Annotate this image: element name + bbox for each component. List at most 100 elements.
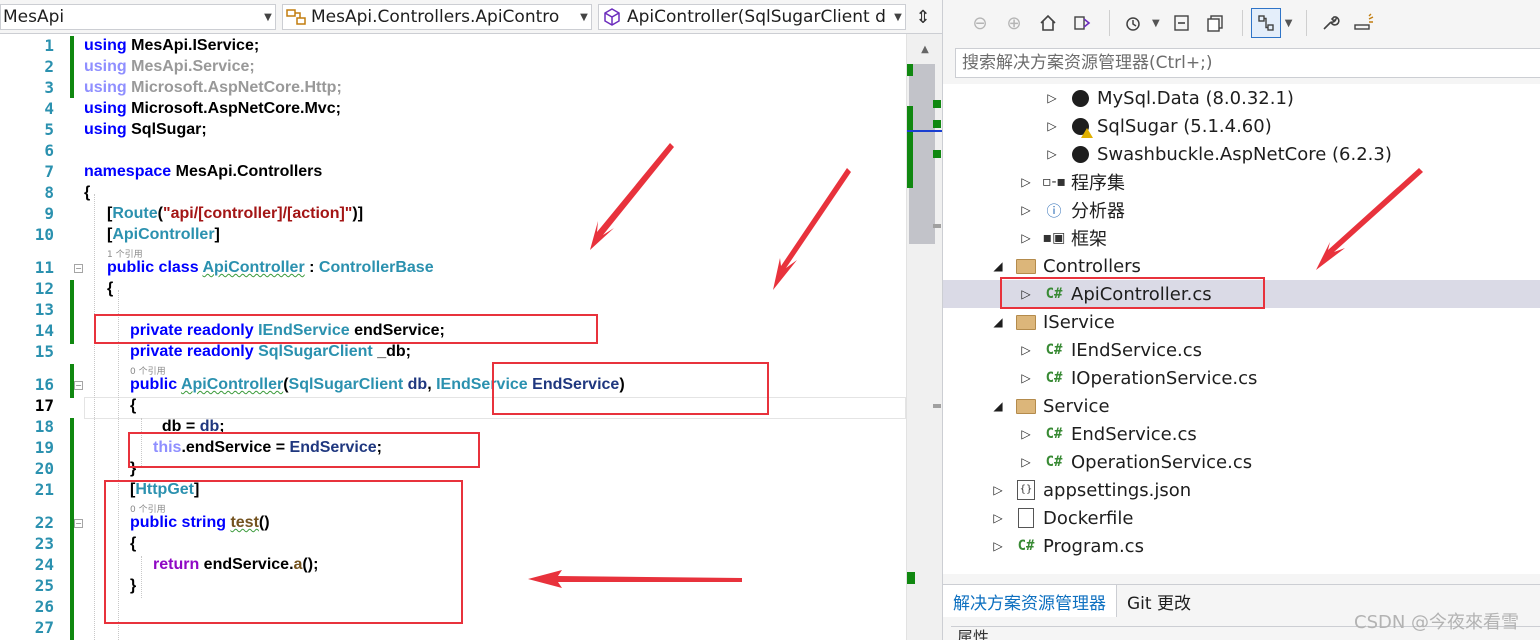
tree-node-package[interactable]: ▷ SqlSugar (5.1.4.60)	[943, 112, 1540, 140]
home-icon[interactable]	[1033, 8, 1063, 38]
tree-node-assemblies[interactable]: ▷ ▫‑▪ 程序集	[943, 168, 1540, 196]
tree-node-folder[interactable]: ◢ IService	[943, 308, 1540, 336]
expand-arrow-icon[interactable]: ▷	[1017, 343, 1035, 357]
tree-node-label: Program.cs	[1043, 535, 1144, 557]
tree-node-file[interactable]: ▷ Dockerfile	[943, 504, 1540, 532]
switch-views-icon[interactable]	[1067, 8, 1097, 38]
code-line: [ApiController]	[107, 226, 220, 243]
package-warning-icon	[1069, 115, 1093, 138]
line-number: 2	[44, 57, 54, 76]
line-number: 14	[34, 321, 54, 340]
expand-arrow-icon[interactable]: ▷	[989, 511, 1007, 525]
tree-node-package[interactable]: ▷ Swashbuckle.AspNetCore (6.2.3)	[943, 140, 1540, 168]
chevron-down-icon[interactable]: ▼	[1152, 18, 1160, 29]
tree-node-label: MySql.Data (8.0.32.1)	[1097, 87, 1294, 109]
tree-node-file[interactable]: ▷ C# EndService.cs	[943, 420, 1540, 448]
solution-search-box[interactable]	[955, 48, 1540, 78]
split-window-icon[interactable]: ⇕	[910, 4, 936, 30]
scroll-up-icon[interactable]: ▲	[907, 34, 943, 64]
fold-toggle-icon[interactable]: −	[74, 264, 83, 273]
line-number: 19	[34, 438, 54, 457]
line-number: 1	[44, 36, 54, 55]
change-marker	[70, 418, 74, 640]
tree-node-folder[interactable]: ◢ Service	[943, 392, 1540, 420]
tab-solution-explorer[interactable]: 解决方案资源管理器	[943, 585, 1117, 617]
class-dropdown[interactable]: MesApi.Controllers.ApiContro ▼	[282, 4, 592, 30]
tree-node-label: Swashbuckle.AspNetCore (6.2.3)	[1097, 143, 1392, 165]
tree-node-file[interactable]: ▷ C# IOperationService.cs	[943, 364, 1540, 392]
line-number: 4	[44, 99, 54, 118]
change-marker	[70, 280, 74, 344]
change-marker	[907, 106, 913, 188]
code-line: [Route("api/[controller]/[action]")]	[107, 205, 364, 222]
back-icon[interactable]: ⊖	[965, 8, 995, 38]
expand-arrow-icon[interactable]: ▷	[1043, 147, 1061, 161]
line-number: 12	[34, 279, 54, 298]
tree-node-folder[interactable]: ◢ Controllers	[943, 252, 1540, 280]
csharp-file-icon: C#	[1045, 370, 1063, 386]
csharp-file-icon: C#	[1045, 454, 1063, 470]
forward-icon[interactable]: ⊕	[999, 8, 1029, 38]
indent-guide	[94, 194, 95, 640]
tree-node-file[interactable]: ▷ C# OperationService.cs	[943, 448, 1540, 476]
code-line: using Microsoft.AspNetCore.Http;	[84, 79, 342, 96]
fold-toggle-icon[interactable]: −	[74, 519, 83, 528]
properties-wrench-icon[interactable]	[1315, 8, 1345, 38]
expand-arrow-icon[interactable]: ▷	[1043, 91, 1061, 105]
member-dropdown[interactable]: ApiController(SqlSugarClient d ▼	[598, 4, 906, 30]
vertical-scrollbar[interactable]: ▲	[906, 34, 943, 640]
collapse-all-icon[interactable]	[1166, 8, 1196, 38]
tree-node-analyzers[interactable]: ▷ ⓘ 分析器	[943, 196, 1540, 224]
toolbar-separator	[1109, 10, 1110, 36]
collapse-arrow-icon[interactable]: ◢	[989, 315, 1007, 329]
fold-toggle-icon[interactable]: −	[74, 381, 83, 390]
solution-tree[interactable]: ▷ MySql.Data (8.0.32.1) ▷ SqlSugar (5.1.…	[943, 84, 1540, 574]
annotation-box-constructor-param	[492, 362, 769, 415]
solution-search-input[interactable]	[956, 49, 1540, 77]
tree-node-label: IOperationService.cs	[1071, 367, 1258, 389]
tree-node-frameworks[interactable]: ▷ ▪▣ 框架	[943, 224, 1540, 252]
collapse-arrow-icon[interactable]: ◢	[989, 259, 1007, 273]
change-marker	[70, 36, 74, 98]
line-number-gutter: 1 2 3 4 5 6 7 8 9 10 11 12 13 14 15 16 1…	[0, 34, 84, 640]
code-line: using SqlSugar;	[84, 121, 207, 138]
show-all-files-icon[interactable]	[1200, 8, 1230, 38]
tree-node-file[interactable]: ▷ C# Program.cs	[943, 532, 1540, 560]
expand-arrow-icon[interactable]: ▷	[1017, 203, 1035, 217]
chevron-down-icon[interactable]: ▼	[1285, 18, 1293, 29]
expand-arrow-icon[interactable]: ▷	[989, 483, 1007, 497]
folder-icon	[1015, 311, 1037, 333]
annotation-box-controller-file	[1000, 277, 1265, 309]
code-line: public class ApiController : ControllerB…	[107, 259, 434, 276]
folder-icon	[1015, 255, 1037, 277]
project-dropdown-label: MesApi	[3, 7, 65, 27]
tree-node-label: 框架	[1071, 229, 1107, 250]
tree-node-file[interactable]: ▷ C# IEndService.cs	[943, 336, 1540, 364]
expand-arrow-icon[interactable]: ▷	[989, 539, 1007, 553]
line-number: 7	[44, 162, 54, 181]
tree-node-label: OperationService.cs	[1071, 451, 1253, 473]
collapse-arrow-icon[interactable]: ◢	[989, 399, 1007, 413]
tree-node-file[interactable]: ▷ {} appsettings.json	[943, 476, 1540, 504]
tab-git-changes[interactable]: Git 更改	[1117, 585, 1201, 617]
expand-arrow-icon[interactable]: ▷	[1017, 455, 1035, 469]
class-icon	[283, 8, 309, 26]
expand-arrow-icon[interactable]: ▷	[1017, 371, 1035, 385]
tree-node-label: IService	[1043, 311, 1115, 333]
expand-arrow-icon[interactable]: ▷	[1043, 119, 1061, 133]
project-dropdown[interactable]: MesApi ▼	[0, 4, 276, 30]
pending-changes-filter-icon[interactable]	[1118, 8, 1148, 38]
caret-position-marker	[907, 130, 943, 132]
line-number: 23	[34, 534, 54, 553]
line-number-current: 17	[34, 396, 54, 415]
sync-with-active-document-icon[interactable]	[1250, 8, 1281, 38]
tree-node-package[interactable]: ▷ MySql.Data (8.0.32.1)	[943, 84, 1540, 112]
expand-arrow-icon[interactable]: ▷	[1017, 231, 1035, 245]
tree-node-label: Dockerfile	[1043, 507, 1134, 529]
expand-arrow-icon[interactable]: ▷	[1017, 175, 1035, 189]
line-number: 13	[34, 300, 54, 319]
solution-explorer-toolbar: ⊖ ⊕ ▼ ▼	[943, 0, 1540, 46]
expand-arrow-icon[interactable]: ▷	[1017, 427, 1035, 441]
preview-selected-items-icon[interactable]	[1349, 8, 1379, 38]
line-number: 5	[44, 120, 54, 139]
